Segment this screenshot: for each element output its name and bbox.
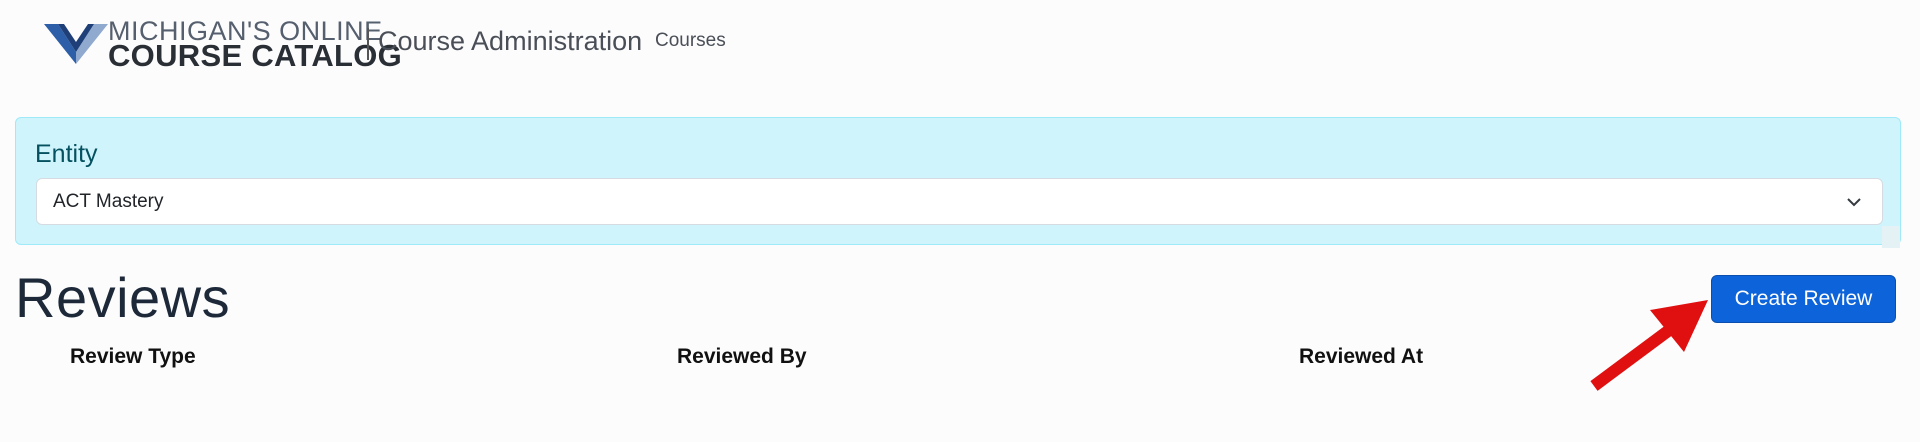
- site-logo[interactable]: MICHIGAN'S ONLINE COURSE CATALOG: [44, 16, 402, 73]
- page-title: Reviews: [15, 266, 231, 329]
- header-divider: [367, 28, 369, 60]
- logo-text-line2: COURSE CATALOG: [108, 38, 403, 73]
- column-header-reviewed-at[interactable]: Reviewed At: [1299, 345, 1423, 369]
- entity-select-value: ACT Mastery: [53, 191, 164, 212]
- annotation-arrow-icon: [1590, 300, 1708, 391]
- chevron-down-icon: [1847, 198, 1861, 207]
- entity-panel: Entity ACT Mastery: [15, 117, 1901, 248]
- top-header: MICHIGAN'S ONLINE COURSE CATALOG Course …: [0, 0, 1920, 90]
- entity-label: Entity: [35, 140, 98, 168]
- nav-link-courses[interactable]: Courses: [655, 30, 726, 52]
- column-header-reviewed-by[interactable]: Reviewed By: [677, 345, 807, 369]
- entity-select[interactable]: ACT Mastery: [36, 178, 1883, 225]
- logo-chevron-icon: [44, 24, 108, 64]
- create-review-button[interactable]: Create Review: [1711, 275, 1896, 323]
- app-title: Course Administration: [378, 26, 643, 56]
- column-header-review-type[interactable]: Review Type: [70, 345, 196, 369]
- select-scrollbar: [1882, 226, 1900, 248]
